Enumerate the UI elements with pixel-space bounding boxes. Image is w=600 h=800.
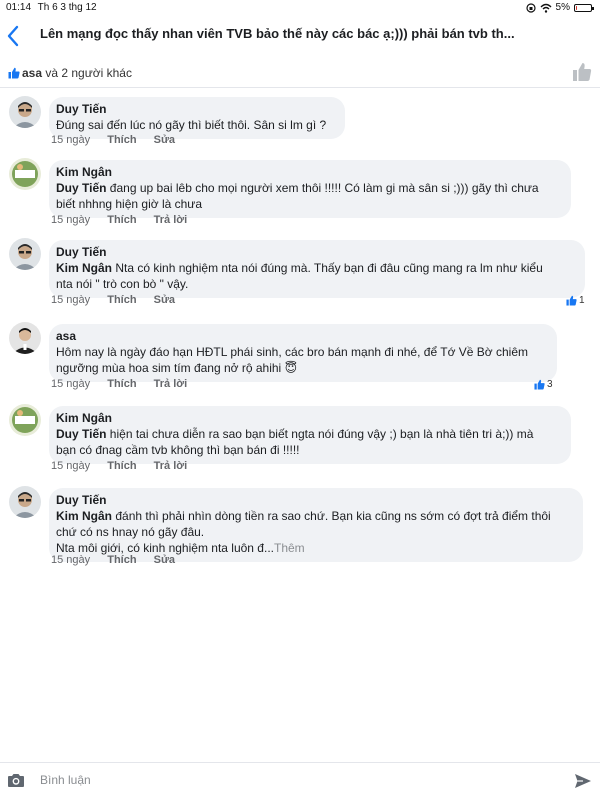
comment-author[interactable]: Kim Ngân [56,410,559,426]
comment-author[interactable]: Duy Tiến [56,101,333,117]
avatar[interactable] [9,158,41,190]
comment-author[interactable]: asa [56,328,545,344]
comment-bubble[interactable]: Duy Tiến Đúng sai đến lúc nó gãy thì biế… [49,97,345,139]
like-comment-button[interactable]: Thích [107,460,136,472]
like-comment-button[interactable]: Thích [107,214,136,226]
post-header: Lên mạng đọc thấy nhan viên TVB bảo thế … [0,17,600,53]
rotation-lock-icon [525,2,536,13]
comment-bubble[interactable]: Duy Tiến Kim Ngân đánh thì phải nhìn dòn… [49,488,583,562]
like-icon [534,379,545,390]
like-icon [566,295,577,306]
emoji-angel-icon: 😇 [284,361,298,375]
battery-percent: 5% [555,2,570,13]
avatar[interactable] [9,96,41,128]
comment-text: Nta có kinh nghiệm nta nói đúng mà. Thấy… [112,261,543,275]
reaction-count[interactable]: 3 [534,379,553,390]
comment-bubble[interactable]: Kim Ngân Duy Tiến đang up bai lêb cho mọ… [49,160,571,218]
likes-summary[interactable]: asa và 2 người khác [0,58,600,88]
like-comment-button[interactable]: Thích [107,554,136,566]
comment-actions: 15 ngày Thích Sửa [51,294,189,306]
reaction-count[interactable]: 1 [566,295,585,306]
reply-button[interactable]: Trả lời [154,378,188,390]
like-comment-button[interactable]: Thích [107,134,136,146]
comment-bubble[interactable]: Duy Tiến Kim Ngân Nta có kinh nghiệm nta… [49,240,585,298]
avatar[interactable] [9,404,41,436]
likes-others[interactable]: và 2 người khác [42,66,132,80]
comment-text: Đúng sai đến lúc nó gãy thì biết thôi. S… [56,118,327,132]
comment-actions: 15 ngày Thích Trả lời [51,214,201,226]
mention-link[interactable]: Duy Tiến [56,181,106,195]
edit-comment-button[interactable]: Sửa [154,294,175,306]
edit-comment-button[interactable]: Sửa [154,134,175,146]
comment-text: ngưỡng mùa hoa sim tím đang nở rộ ahihi [56,361,282,375]
like-comment-button[interactable]: Thích [107,378,136,390]
status-time: 01:14 [6,2,32,13]
comment-actions: 15 ngày Thích Trả lời [51,378,201,390]
reply-button[interactable]: Trả lời [154,460,188,472]
comment-composer: Bình luận [0,762,600,800]
see-more-link[interactable]: Thêm [274,541,305,555]
comment-time: 15 ngày [51,554,91,566]
liker-name[interactable]: asa [22,66,42,80]
mention-link[interactable]: Kim Ngân [56,261,112,275]
comment-text: chứ có ns hnay nó gãy đâu. [56,525,205,539]
like-comment-button[interactable]: Thích [107,294,136,306]
mention-link[interactable]: Kim Ngân [56,509,112,523]
wifi-icon [540,3,552,13]
avatar[interactable] [9,486,41,518]
comment-author[interactable]: Kim Ngân [56,164,559,180]
comment-bubble[interactable]: asa Hôm nay là ngày đáo hạn HĐTL phái si… [49,324,557,382]
comment-bubble[interactable]: Kim Ngân Duy Tiến hiện tai chưa diễn ra … [49,406,571,464]
back-icon[interactable] [6,21,28,47]
send-icon[interactable] [574,772,592,790]
edit-comment-button[interactable]: Sửa [154,554,175,566]
comment-text: biết nhhng hiện giờ là chưa [56,197,203,211]
comment-author[interactable]: Duy Tiến [56,492,571,508]
comment-actions: 15 ngày Thích Sửa [51,554,189,566]
reaction-number: 3 [547,379,553,390]
battery-icon [574,3,594,12]
comment-text: đang up bai lêb cho mọi người xem thôi !… [106,181,539,195]
comment-time: 15 ngày [51,134,91,146]
camera-icon[interactable] [7,773,25,788]
comment-author[interactable]: Duy Tiến [56,244,573,260]
post-title: Lên mạng đọc thấy nhan viên TVB bảo thế … [40,26,515,41]
comment-text: hiện tai chưa diễn ra sao bạn biết ngta … [106,427,534,441]
comment-text: bạn có đnag cầm tvb không thì bạn bán đi… [56,443,300,457]
status-bar: 01:14 Th 6 3 thg 12 5% [0,0,600,16]
comment-time: 15 ngày [51,460,91,472]
comment-text: Hôm nay là ngày đáo hạn HĐTL phái sinh, … [56,345,529,359]
reply-button[interactable]: Trả lời [154,214,188,226]
comment-time: 15 ngày [51,214,91,226]
comment-input[interactable]: Bình luận [40,773,91,787]
comment-text: nta nói " trò con bò " vậy. [56,277,189,291]
comment-text: Nta môi giới, có kinh nghiệm nta luôn đ.… [56,541,274,555]
comment-actions: 15 ngày Thích Sửa [51,134,189,146]
comment-time: 15 ngày [51,294,91,306]
mention-link[interactable]: Duy Tiến [56,427,106,441]
avatar[interactable] [9,238,41,270]
comment-time: 15 ngày [51,378,91,390]
avatar[interactable] [9,322,41,354]
comment-actions: 15 ngày Thích Trả lời [51,460,201,472]
like-button-icon[interactable] [572,62,592,82]
like-icon [8,67,20,79]
status-date: Th 6 3 thg 12 [37,2,97,13]
comment-text: đánh thì phải nhìn dòng tiền ra sao chứ.… [112,509,551,523]
reaction-number: 1 [579,295,585,306]
